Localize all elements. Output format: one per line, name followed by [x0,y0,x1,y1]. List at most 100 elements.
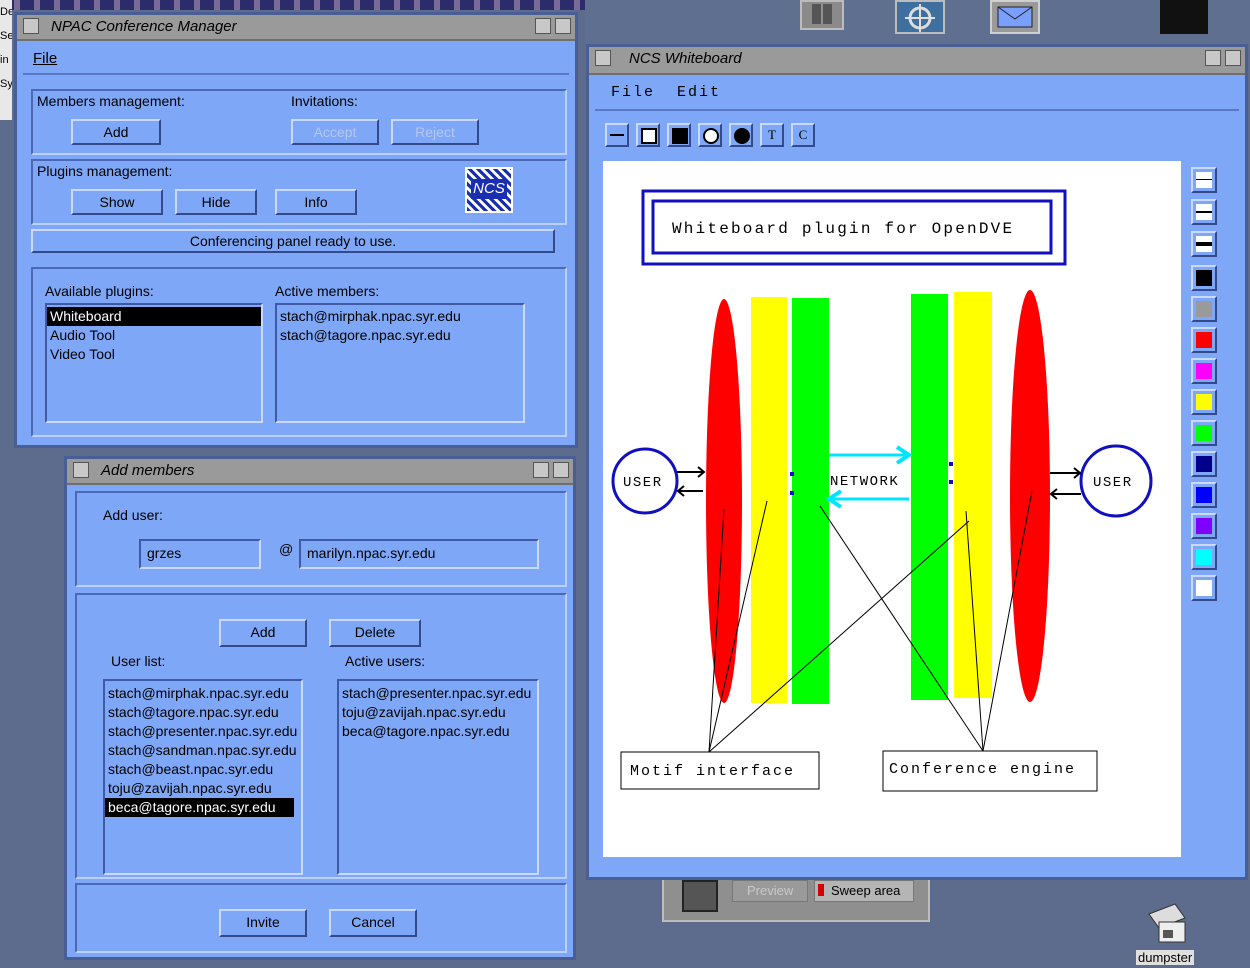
color-swatch[interactable] [1191,513,1217,539]
maximize-button[interactable] [1225,50,1241,66]
tool-bar: T C [605,123,825,149]
list-item[interactable]: stach@beast.npac.syr.edu [105,760,301,779]
window-titlebar[interactable]: NCS Whiteboard [589,47,1245,75]
list-item[interactable]: stach@presenter.npac.syr.edu [339,684,537,703]
list-item[interactable]: stach@mirphak.npac.syr.edu [277,307,523,326]
ncs-logo: NCS [465,167,513,213]
host-field[interactable]: marilyn.npac.syr.edu [299,539,539,569]
color-swatch[interactable] [1191,327,1217,353]
list-item[interactable]: stach@presenter.npac.syr.edu [105,722,301,741]
preview-button[interactable]: Preview [732,880,808,902]
invite-button[interactable]: Invite [219,909,307,937]
active-users-label: Active users: [345,653,426,669]
list-item[interactable]: Video Tool [47,345,261,364]
helm-icon-button[interactable] [895,0,945,34]
window-title: Add members [101,462,195,479]
cancel-button[interactable]: Cancel [329,909,417,937]
color-swatch[interactable] [1191,544,1217,570]
info-plugin-button[interactable]: Info [275,189,357,215]
add-member-button[interactable]: Add [71,119,161,145]
circle-tool-icon[interactable] [698,123,722,147]
window-titlebar[interactable]: Add members [67,459,573,485]
add-user-button[interactable]: Add [219,619,307,647]
active-members-label: Active members: [275,283,380,299]
color-swatch[interactable] [1191,482,1217,508]
menu-file[interactable]: File [33,50,57,67]
window-menu-button[interactable] [73,462,89,478]
at-sign: @ [279,541,294,557]
color-swatch[interactable] [1191,265,1217,291]
list-item[interactable]: stach@tagore.npac.syr.edu [277,326,523,345]
hide-plugin-button[interactable]: Hide [175,189,257,215]
list-item[interactable]: Whiteboard [47,307,261,326]
left-interface-ellipse [706,299,742,703]
clear-tool-icon[interactable]: C [791,123,815,147]
invitations-label: Invitations: [291,93,358,109]
text-tool-icon[interactable]: T [760,123,784,147]
desktop-label: Se [0,30,12,42]
pager-icon[interactable] [682,880,718,912]
thin-line-icon[interactable] [1191,167,1217,193]
reject-button[interactable]: Reject [391,119,479,145]
list-item[interactable]: toju@zavijah.npac.syr.edu [105,779,301,798]
menu-file[interactable]: File [611,84,655,101]
color-swatch[interactable] [1191,451,1217,477]
thick-line-icon[interactable] [1191,231,1217,257]
mail-icon [997,6,1033,28]
dumpster-icon[interactable] [1145,900,1189,946]
book-icon-button[interactable] [800,0,844,30]
list-item[interactable]: beca@tagore.npac.syr.edu [339,722,537,741]
username-field[interactable]: grzes [139,539,261,569]
right-green-bar [911,294,948,700]
medium-line-icon[interactable] [1191,199,1217,225]
list-item[interactable]: toju@zavijah.npac.syr.edu [339,703,537,722]
user-list[interactable]: stach@mirphak.npac.syr.edu stach@tagore.… [103,679,303,875]
minimize-button[interactable] [1205,50,1221,66]
list-item[interactable]: stach@mirphak.npac.syr.edu [105,684,301,703]
right-yellow-bar [954,292,992,698]
plugins-members-panel: Available plugins: Whiteboard Audio Tool… [31,267,567,437]
plugins-label: Plugins management: [37,163,173,179]
list-item[interactable]: stach@tagore.npac.syr.edu [105,703,301,722]
maximize-button[interactable] [555,18,571,34]
color-swatch[interactable] [1191,420,1217,446]
color-palette [1191,265,1219,615]
filled-rectangle-tool-icon[interactable] [667,123,691,147]
sweep-area-button[interactable]: Sweep area [814,880,914,902]
desktop-dark-icon [1160,0,1208,34]
line-tool-icon[interactable] [605,123,629,147]
color-swatch[interactable] [1191,575,1217,601]
network-text: NETWORK [830,474,899,490]
rectangle-tool-icon[interactable] [636,123,660,147]
window-titlebar[interactable]: NPAC Conference Manager [17,15,575,41]
minimize-button[interactable] [535,18,551,34]
minimize-button[interactable] [533,462,549,478]
menubar: File [23,45,569,75]
network-marker [790,491,794,495]
mail-icon-button[interactable] [990,0,1040,34]
delete-user-button[interactable]: Delete [329,619,421,647]
active-members-list[interactable]: stach@mirphak.npac.syr.edu stach@tagore.… [275,303,525,423]
window-title: NPAC Conference Manager [51,18,237,35]
window-menu-button[interactable] [23,18,39,34]
accept-button[interactable]: Accept [291,119,379,145]
list-item[interactable]: Audio Tool [47,326,261,345]
available-plugins-label: Available plugins: [45,283,154,299]
add-user-label: Add user: [103,507,163,523]
color-swatch[interactable] [1191,296,1217,322]
color-swatch[interactable] [1191,358,1217,384]
maximize-button[interactable] [553,462,569,478]
list-item[interactable]: beca@tagore.npac.syr.edu [105,798,294,817]
plugins-panel: Plugins management: Show Hide Info NCS [31,159,567,225]
active-users-list[interactable]: stach@presenter.npac.syr.edu toju@zavija… [337,679,539,875]
window-menu-button[interactable] [595,50,611,66]
filled-circle-tool-icon[interactable] [729,123,753,147]
add-user-panel: Add user: grzes @ marilyn.npac.syr.edu [75,491,567,587]
menu-edit[interactable]: Edit [677,84,721,101]
show-plugin-button[interactable]: Show [71,189,163,215]
list-item[interactable]: stach@sandman.npac.syr.edu [105,741,301,760]
plugins-list[interactable]: Whiteboard Audio Tool Video Tool [45,303,263,423]
whiteboard-window: NCS Whiteboard File Edit T C Whiteboard … [586,44,1248,880]
color-swatch[interactable] [1191,389,1217,415]
whiteboard-canvas[interactable]: Whiteboard plugin for OpenDVE USER USER [603,161,1181,857]
